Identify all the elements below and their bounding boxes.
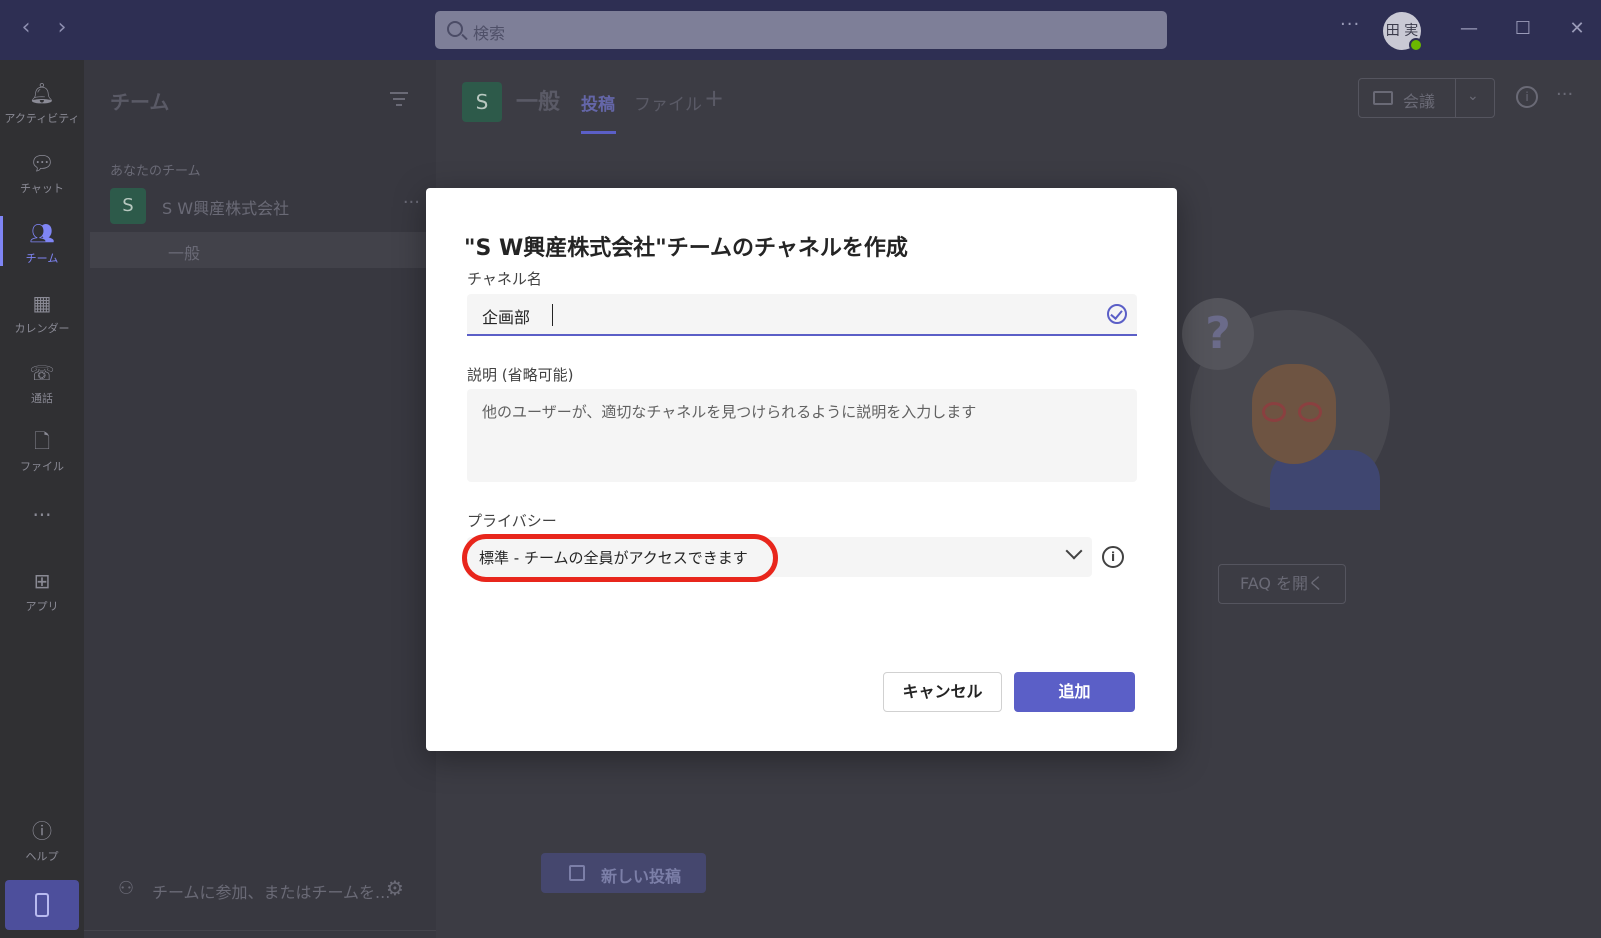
new-post-label: 新しい投稿 [601, 867, 682, 886]
more-options-icon[interactable]: ··· [1340, 14, 1360, 35]
channel-title: 一般 [516, 90, 561, 115]
file-icon: 🗋 [33, 429, 51, 453]
channel-more-icon[interactable]: ··· [1556, 84, 1573, 105]
description-placeholder: 他のユーザーが、適切なチャネルを見つけられるように説明を入力します [482, 403, 977, 421]
phone-device-icon [35, 893, 49, 917]
phone-icon: ☏ [29, 361, 55, 385]
rail-label: チャット [20, 182, 64, 195]
channel-item-general[interactable]: 一般 [90, 232, 436, 268]
rail-item-files[interactable]: 🗋 ファイル [0, 416, 84, 482]
divider [84, 930, 436, 931]
channel-name-value: 企画部 [482, 308, 531, 327]
open-faq-button[interactable]: FAQ を開く [1218, 564, 1346, 604]
forward-icon[interactable]: › [50, 16, 74, 40]
rail-label: ファイル [20, 460, 64, 473]
more-icon: ··· [32, 503, 52, 527]
add-tab-icon[interactable]: + [704, 84, 724, 112]
calendar-icon: ▦ [32, 291, 52, 315]
text-caret [552, 304, 553, 326]
channel-item-label: 一般 [168, 244, 201, 263]
avatar-initials: 田 実 [1385, 23, 1419, 39]
rail-label: 通話 [31, 392, 53, 405]
illustration-glasses [1262, 402, 1326, 422]
team-name: S W興産株式会社 [162, 199, 290, 218]
rail-item-more[interactable]: ··· [0, 490, 84, 556]
divider [1455, 79, 1456, 117]
create-channel-dialog: "S W興産株式会社"チームのチャネルを作成 チャネル名 企画部 説明 (省略可… [426, 188, 1177, 751]
join-team-link[interactable]: チームに参加、またはチームを... [152, 879, 390, 903]
channel-avatar: S [462, 82, 502, 122]
highlight-annotation [462, 534, 778, 582]
rail-item-teams[interactable]: 👥︎ チーム [0, 208, 84, 274]
rail-label: アクティビティ [4, 112, 80, 125]
rail-item-calls[interactable]: ☏ 通話 [0, 348, 84, 414]
rail-label: アプリ [25, 600, 59, 613]
search-input[interactable]: 検索 [435, 11, 1167, 49]
help-icon: ⓘ [32, 819, 52, 843]
bell-icon: 🔔︎ [29, 81, 55, 105]
rail-item-apps[interactable]: ⊞ アプリ [0, 556, 84, 622]
rail-item-activity[interactable]: 🔔︎ アクティビティ [0, 68, 84, 134]
active-tab-indicator [581, 131, 616, 134]
new-post-button[interactable]: 新しい投稿 [541, 853, 706, 893]
rail-item-help[interactable]: ⓘ ヘルプ [0, 806, 84, 872]
team-item[interactable]: S S W興産株式会社 ··· [110, 188, 420, 224]
cancel-button[interactable]: キャンセル [883, 672, 1002, 712]
search-icon [447, 21, 463, 37]
mobile-device-button[interactable] [5, 880, 79, 930]
check-circle-icon [1107, 304, 1127, 324]
gear-icon[interactable]: ⚙ [386, 876, 404, 900]
teams-pane: チーム あなたのチーム S S W興産株式会社 ··· 一般 ⚇ チームに参加、… [84, 60, 436, 938]
info-icon[interactable]: i [1516, 86, 1538, 108]
avatar[interactable]: 田 実 [1383, 12, 1423, 52]
search-placeholder: 検索 [473, 24, 506, 43]
your-teams-label: あなたのチーム [110, 164, 201, 179]
chevron-down-icon[interactable]: ⌄ [1467, 88, 1479, 104]
empty-state-illustration: ? [1182, 298, 1390, 510]
teams-icon: 👥︎ [29, 221, 55, 245]
rail-label: カレンダー [14, 322, 70, 335]
rail-label: チーム [25, 252, 59, 265]
question-bubble-icon: ? [1182, 298, 1254, 370]
meet-button[interactable]: 会議 ⌄ [1358, 78, 1495, 118]
presence-status-icon [1409, 38, 1423, 52]
meet-label: 会議 [1403, 92, 1436, 111]
chevron-down-icon [1065, 542, 1083, 560]
maximize-icon[interactable]: ☐ [1512, 18, 1534, 40]
compose-icon [569, 865, 585, 881]
description-label: 説明 (省略可能) [467, 366, 574, 384]
teams-pane-title: チーム [110, 90, 170, 114]
rail-label: ヘルプ [25, 850, 59, 863]
title-bar: ‹ › 検索 ··· 田 実 — ☐ ✕ [0, 0, 1601, 60]
channel-name-label: チャネル名 [467, 270, 542, 288]
channel-name-field[interactable]: 企画部 [467, 294, 1137, 336]
team-more-icon[interactable]: ··· [403, 192, 420, 213]
join-team-icon: ⚇ [118, 878, 135, 899]
rail-item-calendar[interactable]: ▦ カレンダー [0, 278, 84, 344]
back-icon[interactable]: ‹ [14, 16, 38, 40]
tab-files[interactable]: ファイル [634, 90, 702, 115]
rail-item-chat[interactable]: 💬︎ チャット [0, 138, 84, 204]
team-avatar: S [110, 188, 146, 224]
tab-posts[interactable]: 投稿 [581, 90, 615, 115]
app-rail: 🔔︎ アクティビティ 💬︎ チャット 👥︎ チーム ▦ カレンダー ☏ 通話 🗋… [0, 60, 84, 938]
chat-icon: 💬︎ [29, 151, 55, 175]
minimize-icon[interactable]: — [1458, 18, 1480, 40]
add-button[interactable]: 追加 [1014, 672, 1135, 712]
filter-icon[interactable] [390, 92, 408, 106]
video-camera-icon [1373, 91, 1393, 105]
close-icon[interactable]: ✕ [1566, 18, 1588, 40]
privacy-label: プライバシー [467, 512, 557, 530]
dialog-title: "S W興産株式会社"チームのチャネルを作成 [464, 236, 908, 261]
description-field[interactable]: 他のユーザーが、適切なチャネルを見つけられるように説明を入力します [467, 389, 1137, 482]
privacy-info-icon[interactable]: i [1102, 546, 1124, 568]
apps-icon: ⊞ [33, 569, 51, 593]
